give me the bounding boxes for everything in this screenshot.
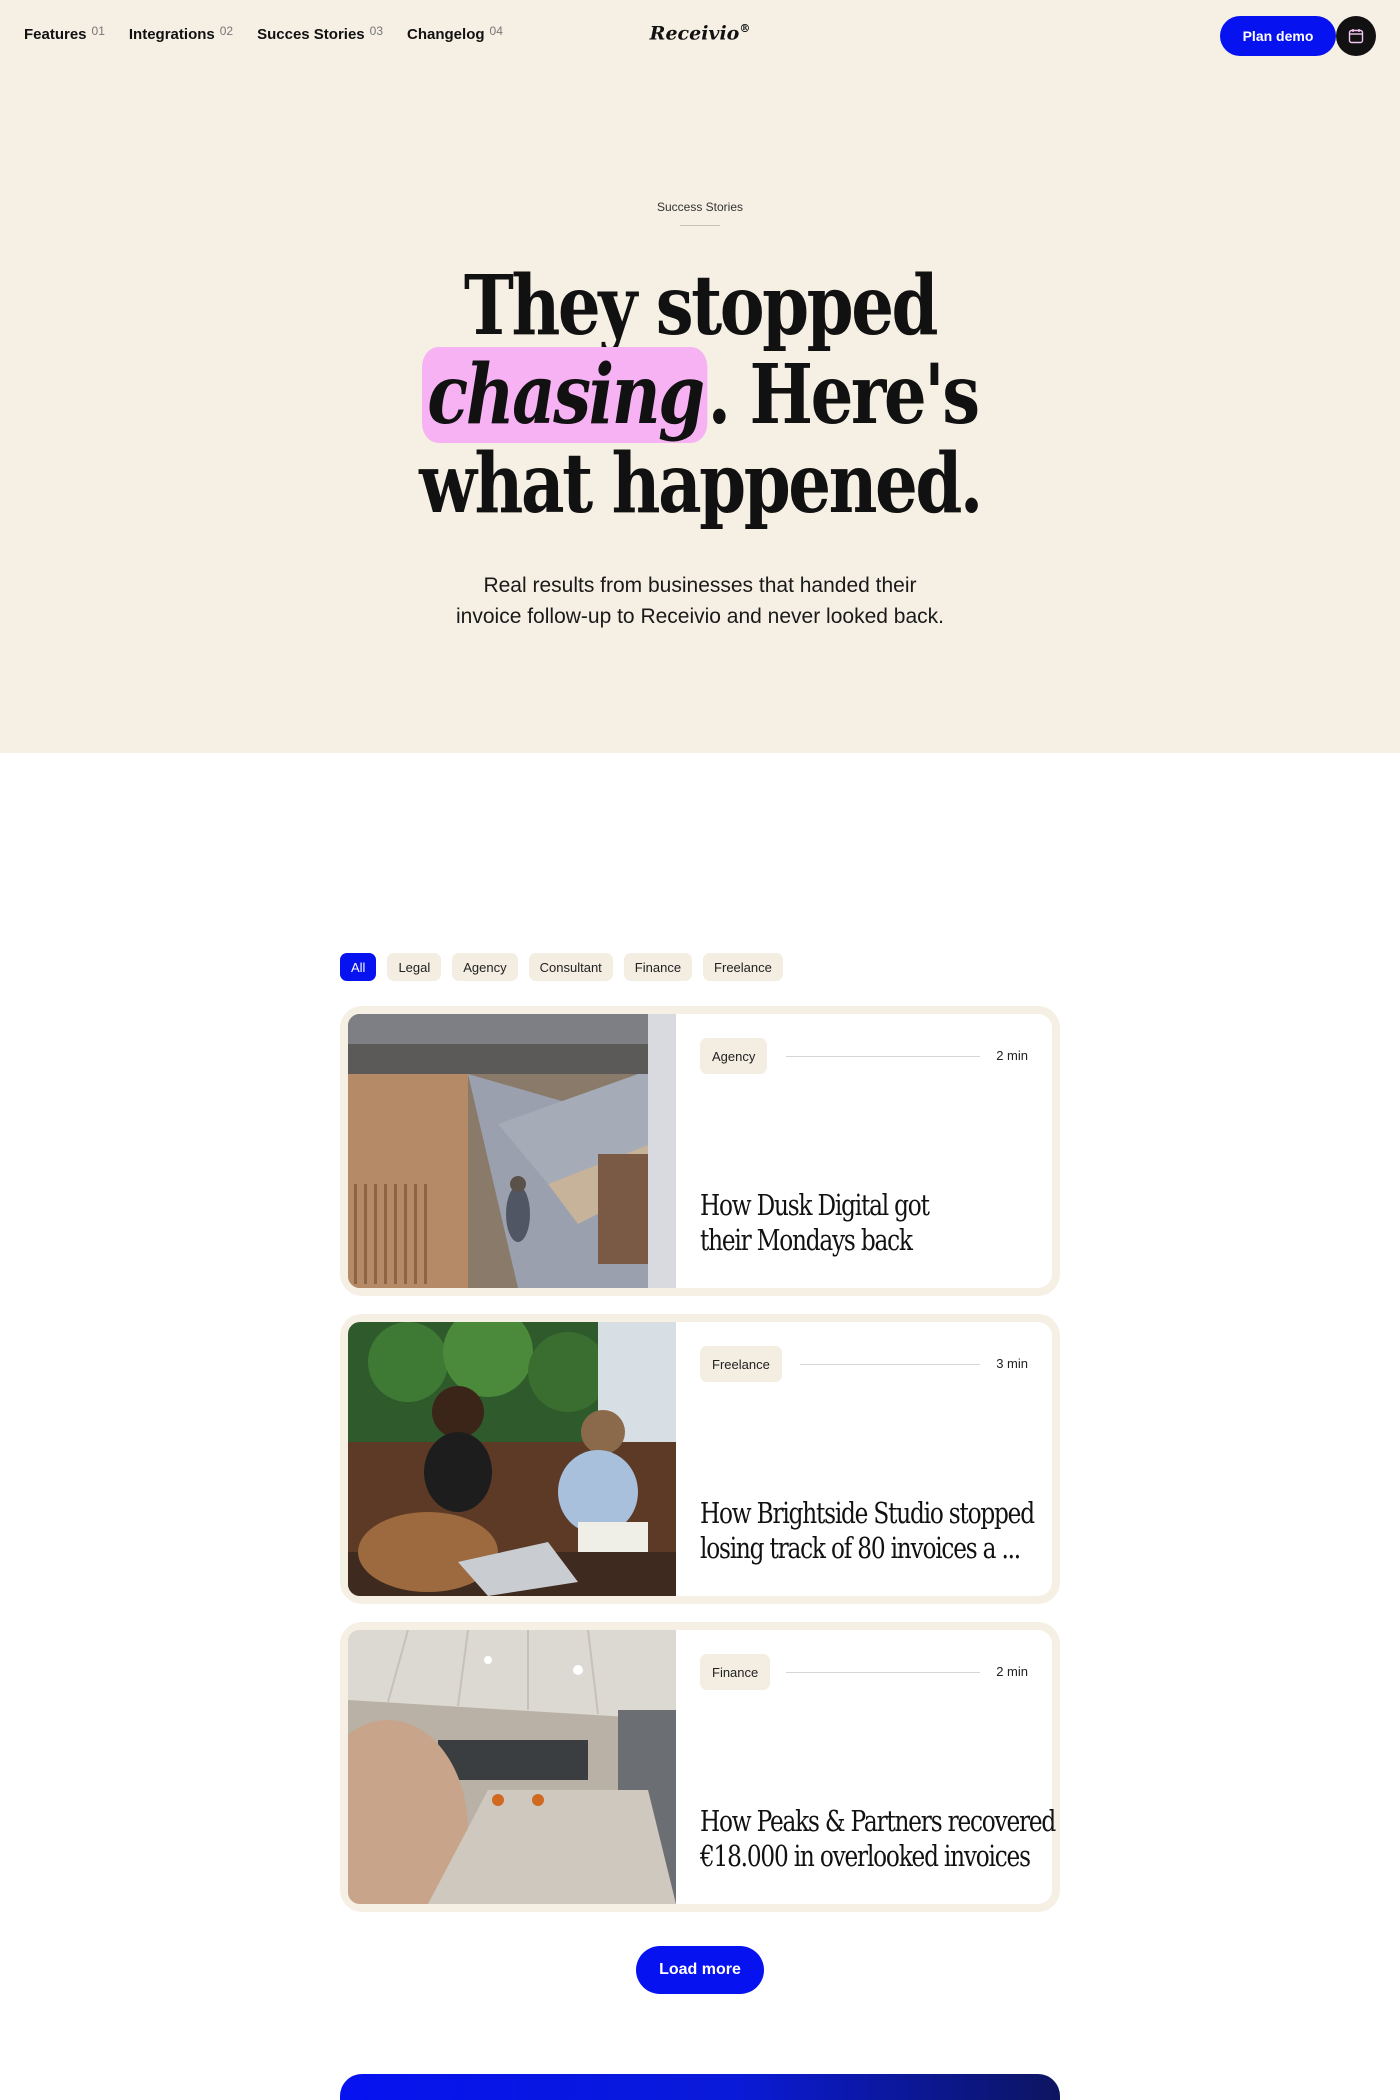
page-title: They stopped chasing. Here's what happen… [126, 262, 1274, 529]
section-eyebrow: Success Stories [656, 200, 744, 214]
headline-line-3: what happened. [419, 436, 983, 532]
headline-line-2-rest: . Here's [707, 347, 981, 443]
story-tag: Freelance [700, 1346, 782, 1382]
hero-section: Features 01 Integrations 02 Succes Stori… [0, 0, 1400, 753]
story-card[interactable]: Agency 2 min How Dusk Digital got their … [340, 1006, 1060, 1296]
subtitle-line-2: invoice follow-up to Receivio and never … [456, 605, 944, 628]
story-card[interactable]: Finance 2 min How Peaks & Partners recov… [340, 1622, 1060, 1912]
story-title-line-1: How Peaks & Partners recovered [700, 1804, 1056, 1838]
story-image [348, 1014, 676, 1288]
brand-name: Receivio [649, 22, 740, 45]
divider-line [786, 1056, 980, 1057]
story-card-body: Finance 2 min How Peaks & Partners recov… [676, 1630, 1056, 1904]
headline-line-1: They stopped [463, 258, 939, 354]
calendar-icon [1348, 29, 1364, 44]
divider-line [786, 1672, 980, 1673]
story-title[interactable]: How Peaks & Partners recovered €18.000 i… [700, 1804, 1056, 1874]
read-time: 3 min [996, 1356, 1028, 1371]
category-filters: All Legal Agency Consultant Finance Free… [340, 953, 783, 981]
story-title[interactable]: How Brightside Studio stopped losing tra… [700, 1496, 1035, 1566]
read-time: 2 min [996, 1048, 1028, 1063]
story-image [348, 1630, 676, 1904]
two-women-laptop-photo [348, 1322, 676, 1596]
plan-demo-button[interactable]: Plan demo [1220, 16, 1336, 56]
story-title-line-2: losing track of 80 invoices a ... [700, 1531, 1021, 1565]
filter-freelance[interactable]: Freelance [703, 953, 783, 981]
filter-all[interactable]: All [340, 953, 377, 981]
calendar-button[interactable] [1336, 16, 1376, 56]
story-image [348, 1322, 676, 1596]
story-title-line-1: How Dusk Digital got [700, 1188, 930, 1222]
story-card[interactable]: Freelance 3 min How Brightside Studio st… [340, 1314, 1060, 1604]
load-more-button[interactable]: Load more [636, 1946, 764, 1994]
headline-line-2: chasing. Here's [126, 347, 1274, 443]
story-card-body: Freelance 3 min How Brightside Studio st… [676, 1322, 1052, 1596]
office-lobby-photo [348, 1630, 676, 1904]
headline-highlight: chasing [422, 347, 708, 443]
cta-banner [340, 2074, 1060, 2100]
filter-finance[interactable]: Finance [623, 953, 693, 981]
read-time: 2 min [996, 1664, 1028, 1679]
story-tag: Finance [700, 1654, 771, 1690]
story-tag: Agency [700, 1038, 768, 1074]
divider-line [800, 1364, 980, 1365]
filter-consultant[interactable]: Consultant [528, 953, 613, 981]
hero-subtitle: Real results from businesses that handed… [0, 570, 1400, 632]
subtitle-line-1: Real results from businesses that handed… [483, 574, 917, 597]
office-atrium-photo [348, 1014, 676, 1288]
story-title-line-2: their Mondays back [700, 1223, 913, 1257]
filter-legal[interactable]: Legal [387, 953, 442, 981]
story-title-line-1: How Brightside Studio stopped [700, 1496, 1035, 1530]
story-card-body: Agency 2 min How Dusk Digital got their … [676, 1014, 1052, 1288]
filter-agency[interactable]: Agency [452, 953, 518, 981]
story-title-line-2: €18.000 in overlooked invoices [700, 1839, 1031, 1873]
brand-logo[interactable]: Receivio® [0, 22, 1400, 44]
registered-mark: ® [739, 22, 751, 35]
eyebrow-divider [680, 225, 720, 226]
story-title[interactable]: How Dusk Digital got their Mondays back [700, 1188, 930, 1258]
